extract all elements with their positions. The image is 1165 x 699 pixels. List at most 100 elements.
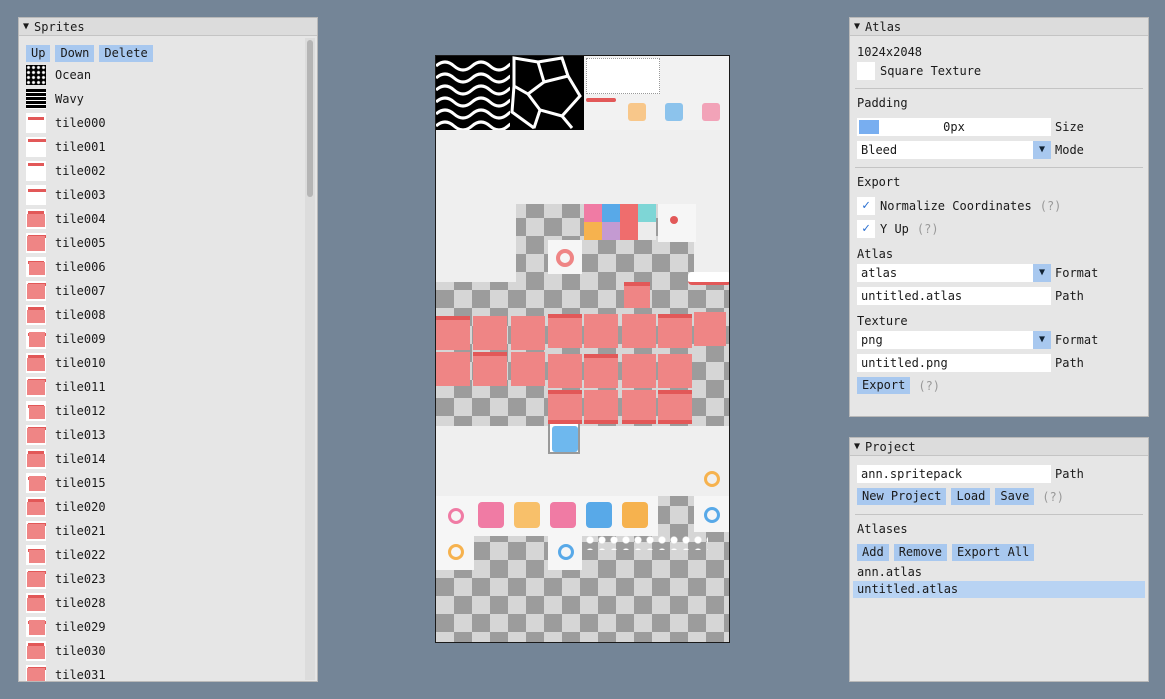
checkmark-icon: ✓: [862, 198, 870, 213]
sprite-list-item[interactable]: tile022: [26, 543, 296, 567]
atlas-path-row: untitled.atlas Path: [857, 286, 1142, 305]
export-all-button[interactable]: Export All: [952, 544, 1035, 561]
tile-thumbnail: [26, 449, 46, 469]
padding-header: Padding: [857, 95, 908, 110]
padding-value: 0px: [943, 119, 965, 134]
normalize-checkbox[interactable]: ✓: [857, 196, 875, 215]
dropdown-arrow-icon[interactable]: ▼: [1033, 330, 1051, 349]
collapse-triangle-icon[interactable]: ▼: [854, 441, 860, 452]
export-button-row: Export (?): [857, 376, 1142, 395]
sprites-window: ▼ Sprites Up Down Delete Ocean Wavy tile00…: [18, 17, 318, 682]
sprite-list-item[interactable]: Ocean: [26, 63, 296, 87]
project-help[interactable]: (?): [1042, 490, 1064, 504]
sprites-toolbar: Up Down Delete: [26, 45, 153, 62]
collapse-triangle-icon[interactable]: ▼: [23, 21, 29, 32]
tile-thumbnail: [26, 305, 46, 325]
sprite-list-item[interactable]: tile028: [26, 591, 296, 615]
mode-select[interactable]: Bleed ▼: [857, 140, 1051, 159]
export-button[interactable]: Export: [857, 377, 911, 394]
sprite-list-item[interactable]: tile010: [26, 351, 296, 375]
save-button[interactable]: Save: [995, 488, 1035, 505]
normalize-help[interactable]: (?): [1040, 199, 1062, 213]
sprite-list-item[interactable]: tile011: [26, 375, 296, 399]
sprite-list-item[interactable]: tile020: [26, 495, 296, 519]
collapse-triangle-icon[interactable]: ▼: [854, 21, 860, 32]
blue-ring: [558, 544, 574, 560]
sprite-list-scrollbar[interactable]: [305, 38, 315, 680]
yup-checkbox[interactable]: ✓: [857, 219, 875, 238]
ocean-texture: [510, 56, 584, 130]
atlas-titlebar[interactable]: ▼ Atlas: [850, 18, 1148, 36]
red-tile: [622, 354, 656, 388]
sprite-list-item[interactable]: tile021: [26, 519, 296, 543]
tile-thumbnail: [26, 185, 46, 205]
add-atlas-button[interactable]: Add: [857, 544, 889, 561]
pink-swatch: [702, 103, 720, 121]
sprite-list-item[interactable]: tile009: [26, 327, 296, 351]
project-titlebar[interactable]: ▼ Project: [850, 438, 1148, 456]
sprite-name: tile008: [55, 308, 106, 322]
sprite-list-item[interactable]: tile002: [26, 159, 296, 183]
sprite-list-item[interactable]: tile023: [26, 567, 296, 591]
red-tile: [658, 354, 692, 388]
sprite-list-item[interactable]: tile029: [26, 615, 296, 639]
sprite-name: tile022: [55, 548, 106, 562]
sprite-list-item[interactable]: tile008: [26, 303, 296, 327]
atlas-list-item-selected[interactable]: untitled.atlas: [853, 581, 1145, 598]
sprite-list-item[interactable]: tile000: [26, 111, 296, 135]
sprite-list-item[interactable]: tile031: [26, 663, 296, 681]
orange-ring: [448, 544, 464, 560]
yup-help[interactable]: (?): [917, 222, 939, 236]
padding-slider[interactable]: 0px: [857, 117, 1051, 136]
white-dots-strip: [584, 534, 708, 550]
sprite-list-item[interactable]: tile005: [26, 231, 296, 255]
white-bar: [688, 272, 729, 285]
project-path-input[interactable]: ann.spritepack: [857, 464, 1051, 483]
delete-button[interactable]: Delete: [99, 45, 153, 62]
sprites-titlebar[interactable]: ▼ Sprites: [19, 18, 317, 36]
sprite-list-item[interactable]: tile030: [26, 639, 296, 663]
scrollbar-thumb[interactable]: [307, 40, 313, 197]
slider-grab[interactable]: [859, 119, 879, 134]
atlas-format-select[interactable]: atlas ▼: [857, 263, 1051, 282]
tile-thumbnail: [26, 257, 46, 277]
padding-header-row: Padding: [857, 93, 1142, 112]
sprite-name: tile030: [55, 644, 106, 658]
dropdown-arrow-icon[interactable]: ▼: [1033, 140, 1051, 159]
sprite-list-item[interactable]: tile001: [26, 135, 296, 159]
sprite-list-item[interactable]: Wavy: [26, 87, 296, 111]
project-path-row: ann.spritepack Path: [857, 464, 1142, 483]
sprite-name: tile023: [55, 572, 106, 586]
sprite-name: tile010: [55, 356, 106, 370]
sprite-name: tile001: [55, 140, 106, 154]
sprite-list-item[interactable]: tile003: [26, 183, 296, 207]
sprite-list-item[interactable]: tile004: [26, 207, 296, 231]
square-texture-checkbox[interactable]: [857, 61, 875, 80]
atlas-list-item[interactable]: ann.atlas: [853, 564, 1145, 581]
new-project-button[interactable]: New Project: [857, 488, 947, 505]
dropdown-arrow-icon[interactable]: ▼: [1033, 263, 1051, 282]
sprite-list-item[interactable]: tile014: [26, 447, 296, 471]
sprite-name: tile009: [55, 332, 106, 346]
texture-path-input[interactable]: untitled.png: [857, 353, 1051, 372]
icons-strip: [586, 58, 660, 94]
sprite-list-item[interactable]: tile012: [26, 399, 296, 423]
export-help[interactable]: (?): [918, 379, 940, 393]
atlas-path-input[interactable]: untitled.atlas: [857, 286, 1051, 305]
sprite-list-item[interactable]: tile007: [26, 279, 296, 303]
tile-thumbnail: [26, 497, 46, 517]
atlas-preview-canvas[interactable]: [435, 55, 730, 643]
sprite-list-item[interactable]: tile006: [26, 255, 296, 279]
load-button[interactable]: Load: [951, 488, 991, 505]
remove-atlas-button[interactable]: Remove: [893, 544, 948, 561]
down-button[interactable]: Down: [55, 45, 95, 62]
sprite-list-item[interactable]: tile015: [26, 471, 296, 495]
red-tile: [511, 352, 545, 386]
sprite-list-item[interactable]: tile013: [26, 423, 296, 447]
tile-thumbnail: [26, 617, 46, 637]
tile-thumbnail: [26, 233, 46, 253]
texture-header-row: Texture: [857, 311, 1142, 330]
texture-format-select[interactable]: png ▼: [857, 330, 1051, 349]
separator: [855, 167, 1143, 168]
up-button[interactable]: Up: [26, 45, 51, 62]
